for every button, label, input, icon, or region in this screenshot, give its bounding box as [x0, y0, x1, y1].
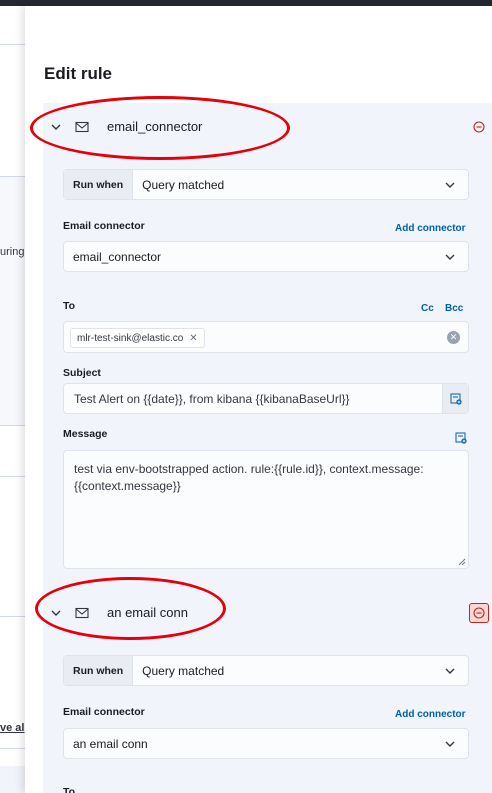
minus-circle-icon	[473, 607, 485, 619]
divider	[0, 476, 26, 477]
add-variable-icon	[455, 432, 467, 444]
message-textarea[interactable]: test via env-bootstrapped action. rule:{…	[63, 450, 469, 569]
run-when-select[interactable]: Run when Query matched	[63, 655, 469, 686]
to-combobox[interactable]: mlr-test-sink@elastic.co ✕ ✕	[63, 321, 469, 353]
recipient-email: mlr-test-sink@elastic.co	[77, 332, 184, 344]
chevron-down-icon	[445, 741, 455, 747]
flyout-title: Edit rule	[44, 64, 113, 83]
chevron-down-icon	[445, 254, 455, 260]
background-page: uring ve al	[0, 6, 26, 793]
chevron-down-icon	[445, 182, 455, 188]
add-connector-link[interactable]: Add connector	[395, 223, 466, 234]
background-panel	[0, 766, 26, 793]
message-value: test via env-bootstrapped action. rule:{…	[74, 462, 424, 493]
email-connector-select[interactable]: email_connector	[63, 241, 469, 272]
subject-label: Subject	[63, 367, 101, 379]
run-when-value: Query matched	[142, 663, 225, 678]
add-variable-button[interactable]	[442, 384, 468, 413]
background-panel	[0, 176, 26, 426]
email-connector-value: an email conn	[73, 736, 148, 751]
subject-input[interactable]: Test Alert on {{date}}, from kibana {{ki…	[63, 383, 469, 414]
divider	[0, 616, 26, 617]
cc-link[interactable]: Cc	[421, 303, 434, 314]
run-when-select[interactable]: Run when Query matched	[63, 169, 469, 200]
remove-action-button[interactable]	[471, 119, 487, 135]
to-label: To	[63, 786, 76, 793]
background-link[interactable]: ve al	[0, 722, 26, 734]
run-when-value: Query matched	[142, 177, 225, 192]
recipient-pill: mlr-test-sink@elastic.co ✕	[70, 328, 205, 348]
subject-value: Test Alert on {{date}}, from kibana {{ki…	[74, 392, 350, 406]
minus-circle-icon	[473, 121, 485, 133]
email-connector-label: Email connector	[63, 220, 145, 232]
divider	[0, 44, 26, 45]
remove-action-button[interactable]	[469, 603, 489, 623]
annotation-ring	[35, 577, 226, 640]
to-label: To	[63, 300, 76, 312]
message-label: Message	[63, 428, 108, 440]
run-when-label: Run when	[64, 170, 134, 199]
run-when-label: Run when	[64, 656, 134, 685]
email-connector-label: Email connector	[63, 706, 145, 718]
remove-recipient-icon[interactable]: ✕	[189, 333, 197, 344]
add-variable-button[interactable]	[454, 431, 468, 445]
email-connector-select[interactable]: an email conn	[63, 728, 469, 759]
bcc-link[interactable]: Bcc	[445, 303, 463, 314]
background-text: uring	[0, 246, 25, 258]
chevron-down-icon	[445, 668, 455, 674]
annotation-ring	[30, 96, 290, 160]
resize-handle-icon[interactable]	[458, 558, 466, 566]
add-variable-icon	[450, 393, 462, 405]
clear-icon[interactable]: ✕	[447, 331, 460, 344]
add-connector-link[interactable]: Add connector	[395, 709, 466, 720]
divider	[0, 748, 26, 749]
email-connector-value: email_connector	[73, 249, 162, 264]
action-panel-email-connector: email_connector Run when Query matched E…	[43, 103, 492, 589]
